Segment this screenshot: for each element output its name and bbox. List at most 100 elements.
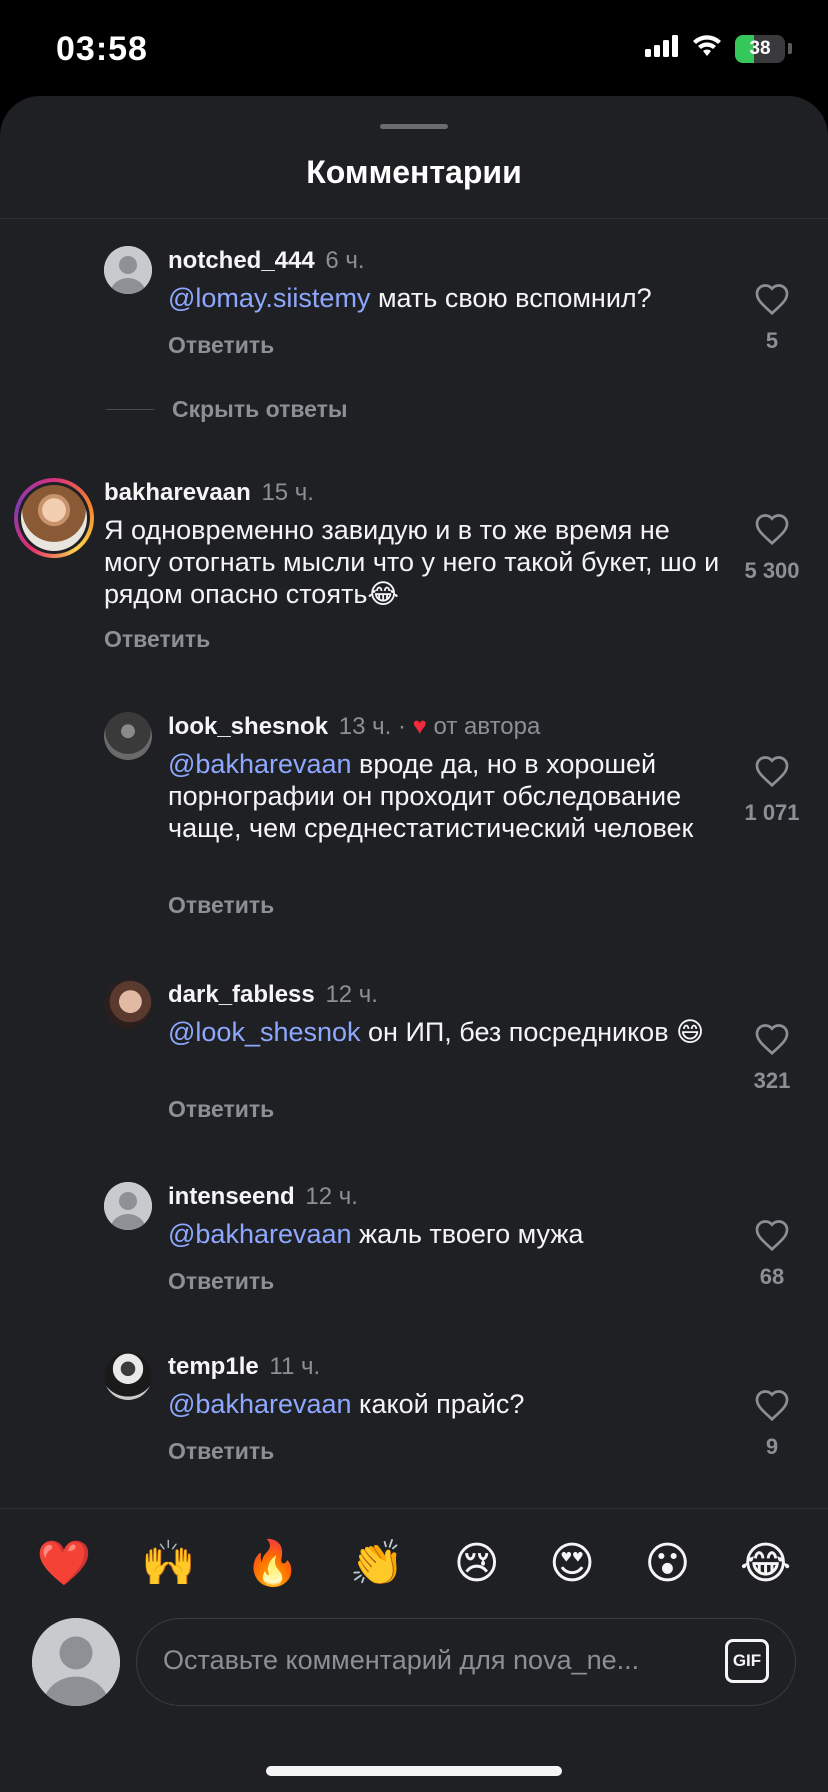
like-area: 9: [727, 1388, 817, 1460]
emoji-crying[interactable]: 😢: [454, 1541, 500, 1586]
heart-icon[interactable]: [727, 282, 817, 316]
like-area: 321: [727, 1022, 817, 1094]
reply-button[interactable]: Ответить: [168, 1268, 274, 1295]
reply-button[interactable]: Ответить: [168, 332, 274, 359]
home-indicator[interactable]: [266, 1766, 562, 1776]
story-avatar[interactable]: [14, 478, 94, 558]
comment-mention[interactable]: @bakharevaan: [168, 749, 352, 779]
comment-text: @bakharevaan жаль твоего мужа: [168, 1218, 728, 1250]
comment-body: мать свою вспомнил?: [370, 283, 652, 313]
heart-icon[interactable]: [727, 512, 817, 546]
battery-cap: [788, 43, 792, 54]
comment-mention[interactable]: @bakharevaan: [168, 1219, 352, 1249]
reply-button[interactable]: Ответить: [168, 1096, 274, 1123]
comment-username[interactable]: bakharevaan: [104, 479, 251, 506]
heart-icon[interactable]: [727, 1388, 817, 1422]
comment-username[interactable]: intenseend: [168, 1183, 295, 1210]
emoji-raised-hands[interactable]: 🙌: [141, 1541, 196, 1586]
comment-mention[interactable]: @bakharevaan: [168, 1389, 352, 1419]
like-area: 5: [727, 282, 817, 354]
reply-button[interactable]: Ответить: [104, 626, 210, 653]
comment-username[interactable]: dark_fabless: [168, 981, 315, 1008]
avatar-photo: [104, 980, 152, 1028]
comment-meta: look_shesnok 13 ч. · ♥ от автора: [168, 712, 540, 742]
comment-username[interactable]: notched_444: [168, 247, 315, 274]
current-user-avatar: [32, 1618, 120, 1706]
like-count: 321: [753, 1068, 791, 1093]
battery-level: 38: [749, 37, 771, 59]
avatar[interactable]: [104, 1182, 152, 1230]
comment-input[interactable]: Оставьте комментарий для nova_ne... GIF: [136, 1618, 796, 1706]
comment-meta: intenseend 12 ч.: [168, 1182, 358, 1212]
comment-time: 13 ч. ·: [338, 713, 406, 740]
like-count: 9: [765, 1434, 779, 1459]
comment-meta: bakharevaan 15 ч.: [104, 478, 314, 508]
comment-mention[interactable]: @lomay.siistemy: [168, 283, 370, 313]
emoji-bar: ❤️ 🙌 🔥 👏 😢 😍 😮 😂: [0, 1508, 828, 1618]
comment-time: 12 ч.: [305, 1183, 358, 1210]
emoji-heart-eyes[interactable]: 😍: [549, 1541, 595, 1586]
status-bar: 03:58 38: [0, 0, 828, 96]
status-time: 03:58: [56, 30, 148, 68]
author-heart-icon: ♥: [412, 713, 427, 740]
avatar[interactable]: [104, 246, 152, 294]
comment-meta: dark_fabless 12 ч.: [168, 980, 378, 1010]
sheet-grabber[interactable]: [380, 124, 448, 129]
heart-icon[interactable]: [727, 1218, 817, 1252]
avatar-photo: [104, 712, 152, 760]
emoji-surprised[interactable]: 😮: [644, 1541, 690, 1586]
comment-body: Я одновременно завидую и в то же время н…: [104, 515, 720, 609]
comment-text: @look_shesnok он ИП, без посредников 😄: [168, 1016, 728, 1048]
avatar[interactable]: [104, 712, 152, 760]
comment-composer: Оставьте комментарий для nova_ne... GIF: [0, 1618, 828, 1728]
avatar-photo: [21, 485, 87, 551]
comment-time: 11 ч.: [269, 1353, 321, 1380]
comment-body: он ИП, без посредников 😄: [360, 1017, 705, 1047]
emoji-clapping[interactable]: 👏: [350, 1541, 405, 1586]
reply-button[interactable]: Ответить: [168, 1438, 274, 1465]
cellular-signal-icon: [645, 35, 679, 62]
comment-text: @bakharevaan какой прайс?: [168, 1388, 728, 1420]
comment-meta: notched_444 6 ч.: [168, 246, 365, 276]
emoji-fire[interactable]: 🔥: [245, 1541, 300, 1586]
like-count: 5 300: [744, 558, 800, 583]
wifi-icon: [691, 34, 723, 63]
avatar[interactable]: [104, 1352, 152, 1400]
heart-icon[interactable]: [727, 754, 817, 788]
comment-input-placeholder: Оставьте комментарий для nova_ne...: [163, 1645, 640, 1675]
avatar[interactable]: [104, 980, 152, 1028]
comment-time: 12 ч.: [325, 981, 378, 1008]
like-count: 1 071: [744, 800, 800, 825]
emoji-heart[interactable]: ❤️: [37, 1541, 92, 1586]
comment-username[interactable]: look_shesnok: [168, 713, 328, 740]
comment-text: @lomay.siistemy мать свою вспомнил?: [168, 282, 728, 314]
like-count: 5: [765, 328, 779, 353]
emoji-laughing[interactable]: 😂: [740, 1541, 791, 1586]
like-area: 1 071: [727, 754, 817, 826]
hide-replies-label: Скрыть ответы: [172, 396, 348, 422]
comment-mention[interactable]: @look_shesnok: [168, 1017, 361, 1047]
battery-icon: 38: [735, 34, 785, 63]
comment-text: Я одновременно завидую и в то же время н…: [104, 514, 724, 610]
comment-body: какой прайс?: [351, 1389, 525, 1419]
hide-replies-button[interactable]: Скрыть ответы: [106, 396, 348, 423]
comment-body: жаль твоего мужа: [351, 1219, 584, 1249]
like-area: 68: [727, 1218, 817, 1290]
comment-time: 15 ч.: [261, 479, 314, 506]
like-area: 5 300: [727, 512, 817, 584]
heart-icon[interactable]: [727, 1022, 817, 1056]
sheet-title: Комментарии: [306, 154, 522, 190]
title-divider: [0, 218, 828, 219]
comment-username[interactable]: temp1le: [168, 1353, 259, 1380]
avatar-photo: [104, 1352, 152, 1400]
hide-replies-line: [106, 409, 154, 410]
comments-sheet: Комментарии notched_444 6 ч. @lomay.siis…: [0, 96, 828, 1792]
status-icons: 38: [645, 34, 792, 63]
comment-meta: temp1le 11 ч.: [168, 1352, 320, 1382]
like-count: 68: [759, 1264, 785, 1289]
comment-text: @bakharevaan вроде да, но в хорошей порн…: [168, 748, 728, 844]
comment-time: 6 ч.: [325, 247, 365, 274]
reply-button[interactable]: Ответить: [168, 892, 274, 919]
gif-button[interactable]: GIF: [725, 1639, 769, 1683]
liked-by-author-label: от автора: [433, 713, 541, 740]
